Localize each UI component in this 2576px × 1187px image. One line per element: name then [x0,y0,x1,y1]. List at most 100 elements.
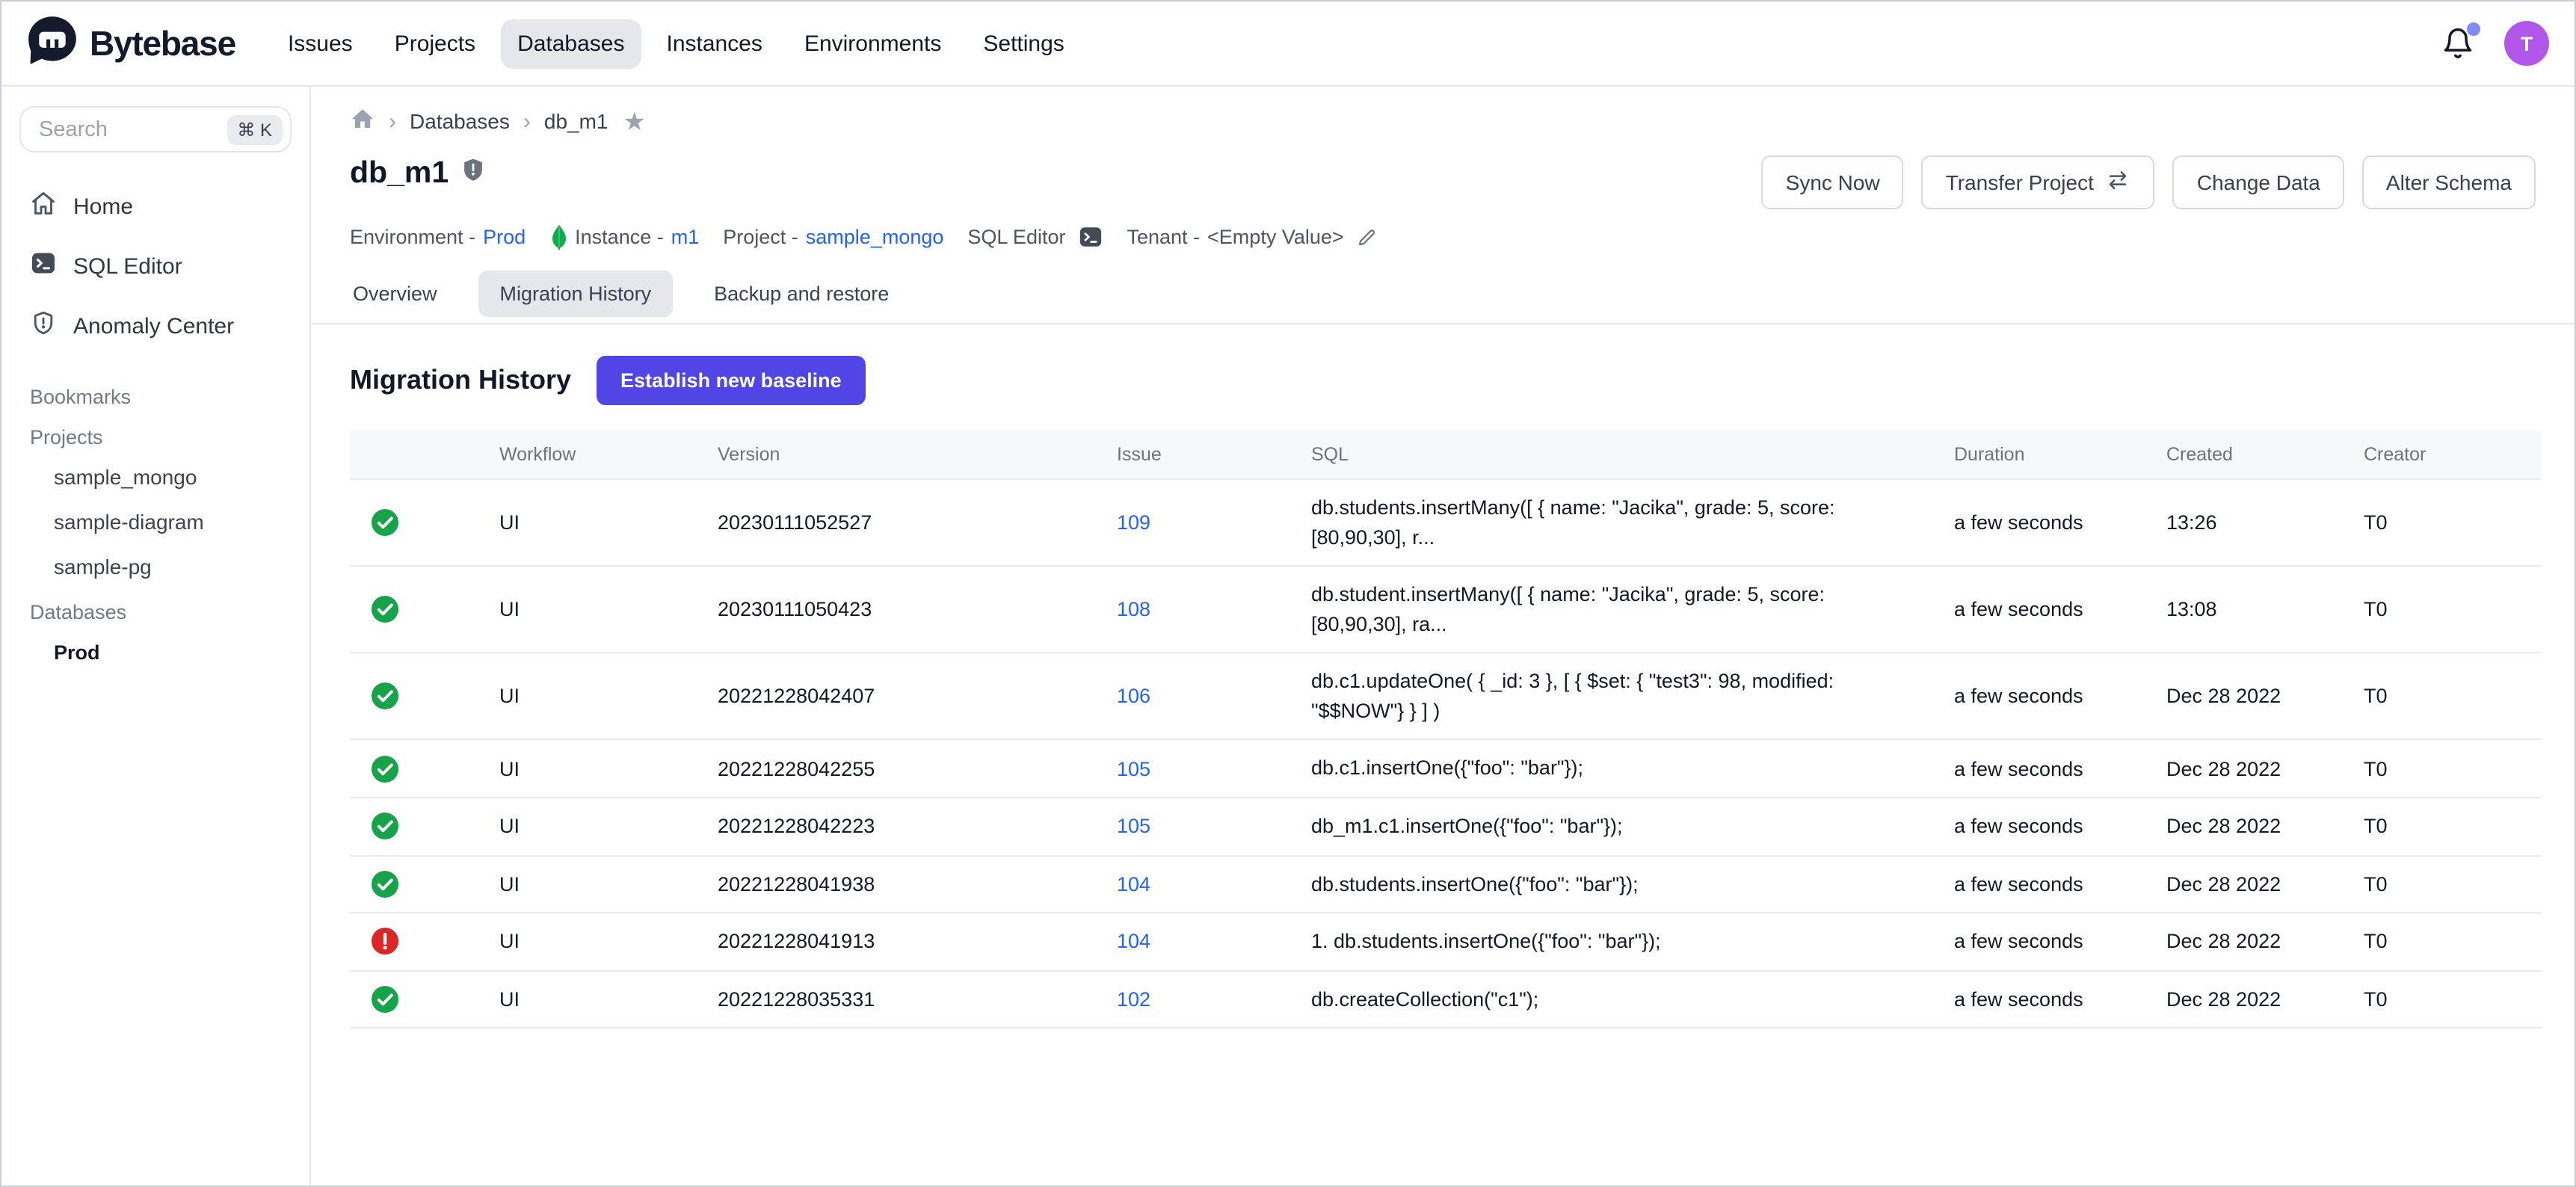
tenant-value: <Empty Value> [1207,226,1344,248]
workflow-cell: UI [499,855,718,913]
created-cell: Dec 28 2022 [2166,740,2364,798]
sidebar-item-sql-editor[interactable]: SQL Editor [19,236,292,296]
sidebar-section-databases: Databases [19,589,292,629]
col-status [350,431,499,479]
workflow-cell: UI [499,653,718,740]
breadcrumb: › Databases › db_m1 ★ [350,106,2536,136]
duration-cell: a few seconds [1954,798,2166,855]
change-data-button[interactable]: Change Data [2173,155,2344,209]
avatar[interactable]: T [2504,21,2549,66]
nav-item-databases[interactable]: Databases [501,19,641,68]
environment-label: Environment - [350,226,475,248]
creator-cell: T0 [2364,740,2542,798]
version-cell: 20221228035331 [718,970,1117,1028]
project-link[interactable]: sample_mongo [806,226,944,248]
issue-link[interactable]: 109 [1117,511,1150,534]
tab-overview[interactable]: Overview [350,271,440,317]
table-header-row: Workflow Version Issue SQL Duration Crea… [350,431,2542,479]
shield-icon [462,155,484,191]
duration-cell: a few seconds [1954,913,2166,970]
search-input[interactable] [36,116,227,143]
sidebar-project-sample-pg[interactable]: sample-pg [19,544,292,589]
table-row[interactable]: UI 20221228041913 104 1. db.students.ins… [350,913,2542,970]
sidebar-item-label: SQL Editor [73,253,182,279]
breadcrumb-databases[interactable]: Databases [410,109,510,133]
meta-sql-editor[interactable]: SQL Editor [967,224,1103,250]
breadcrumb-home-icon[interactable] [350,106,375,136]
tab-migration-history[interactable]: Migration History [479,271,673,317]
issue-link[interactable]: 104 [1117,873,1150,895]
transfer-project-button[interactable]: Transfer Project [1922,155,2155,209]
notification-bell-icon[interactable] [2441,25,2474,61]
sidebar-item-home[interactable]: Home [19,176,292,236]
version-cell: 20221228041913 [718,913,1117,970]
status-success-icon [371,508,484,537]
status-success-icon [371,595,484,623]
page-title-text: db_m1 [350,155,449,191]
creator-cell: T0 [2364,653,2542,740]
environment-link[interactable]: Prod [483,226,526,248]
workflow-cell: UI [499,798,718,855]
migration-history-section: Migration History Establish new baseline… [311,324,2575,1029]
workflow-cell: UI [499,479,718,566]
shield-alert-icon [30,309,57,342]
instance-link[interactable]: m1 [671,226,700,248]
issue-link[interactable]: 102 [1117,988,1150,1011]
table-row[interactable]: UI 20221228035331 102 db.createCollectio… [350,970,2542,1028]
creator-cell: T0 [2364,913,2542,970]
nav-item-projects[interactable]: Projects [378,19,492,68]
meta-tenant: Tenant - <Empty Value> [1127,226,1378,248]
main-nav-menu: Issues Projects Databases Instances Envi… [271,19,1081,68]
sql-editor-terminal-icon[interactable] [1077,224,1103,250]
workflow-cell: UI [499,740,718,798]
created-cell: Dec 28 2022 [2166,855,2364,913]
sql-cell: 1. db.students.insertOne({"foo": "bar"})… [1311,927,1939,956]
sql-cell: db.createCollection("c1"); [1311,984,1939,1014]
terminal-icon [30,250,57,283]
issue-link[interactable]: 106 [1117,685,1150,708]
table-row[interactable]: UI 20221228042407 106 db.c1.updateOne( {… [350,653,2542,740]
table-row[interactable]: UI 20221228041938 104 db.students.insert… [350,855,2542,913]
duration-cell: a few seconds [1954,653,2166,740]
issue-link[interactable]: 108 [1117,598,1150,620]
nav-item-issues[interactable]: Issues [271,19,369,68]
issue-link[interactable]: 105 [1117,815,1150,837]
bytebase-logo[interactable]: Bytebase [27,14,235,73]
status-error-icon [371,928,484,956]
bookmark-star-icon[interactable]: ★ [623,108,647,134]
main-panel: › Databases › db_m1 ★ db_m1 [311,87,2575,1186]
database-tabs: Overview Migration History Backup and re… [350,271,2536,317]
brand-wordmark: Bytebase [90,23,235,64]
sql-cell: db.students.insertMany([ { name: "Jacika… [1311,493,1939,552]
tab-backup-and-restore[interactable]: Backup and restore [711,271,892,317]
issue-link[interactable]: 105 [1117,757,1150,780]
issue-link[interactable]: 104 [1117,931,1150,953]
section-title: Migration History [350,365,571,396]
breadcrumb-db-m1[interactable]: db_m1 [544,109,608,133]
nav-item-instances[interactable]: Instances [650,19,779,68]
sidebar-project-sample-diagram[interactable]: sample-diagram [19,499,292,544]
migration-table-body: UI 20230111052527 109 db.students.insert… [350,479,2542,1028]
table-row[interactable]: UI 20221228042255 105 db.c1.insertOne({"… [350,740,2542,798]
nav-item-environments[interactable]: Environments [788,19,958,68]
nav-item-settings[interactable]: Settings [967,19,1080,68]
table-row[interactable]: UI 20221228042223 105 db_m1.c1.insertOne… [350,798,2542,855]
created-cell: 13:26 [2166,479,2364,566]
version-cell: 20230111050423 [718,566,1117,653]
workflow-cell: UI [499,913,718,970]
establish-baseline-button[interactable]: Establish new baseline [597,356,866,405]
sidebar-database-prod[interactable]: Prod [19,629,292,674]
meta-environment: Environment - Prod [350,226,526,248]
table-row[interactable]: UI 20230111052527 109 db.students.insert… [350,479,2542,566]
col-created: Created [2166,431,2364,479]
topbar-right: T [2441,21,2549,66]
version-cell: 20221228042407 [718,653,1117,740]
table-row[interactable]: UI 20230111050423 108 db.student.insertM… [350,566,2542,653]
sync-now-button[interactable]: Sync Now [1762,155,1904,209]
alter-schema-button[interactable]: Alter Schema [2362,155,2536,209]
sidebar-project-sample-mongo[interactable]: sample_mongo [19,454,292,499]
pencil-icon[interactable] [1356,226,1378,248]
search-box: ⌘ K [19,106,292,152]
sidebar-item-anomaly-center[interactable]: Anomaly Center [19,296,292,356]
sidebar-item-label: Home [73,194,133,219]
